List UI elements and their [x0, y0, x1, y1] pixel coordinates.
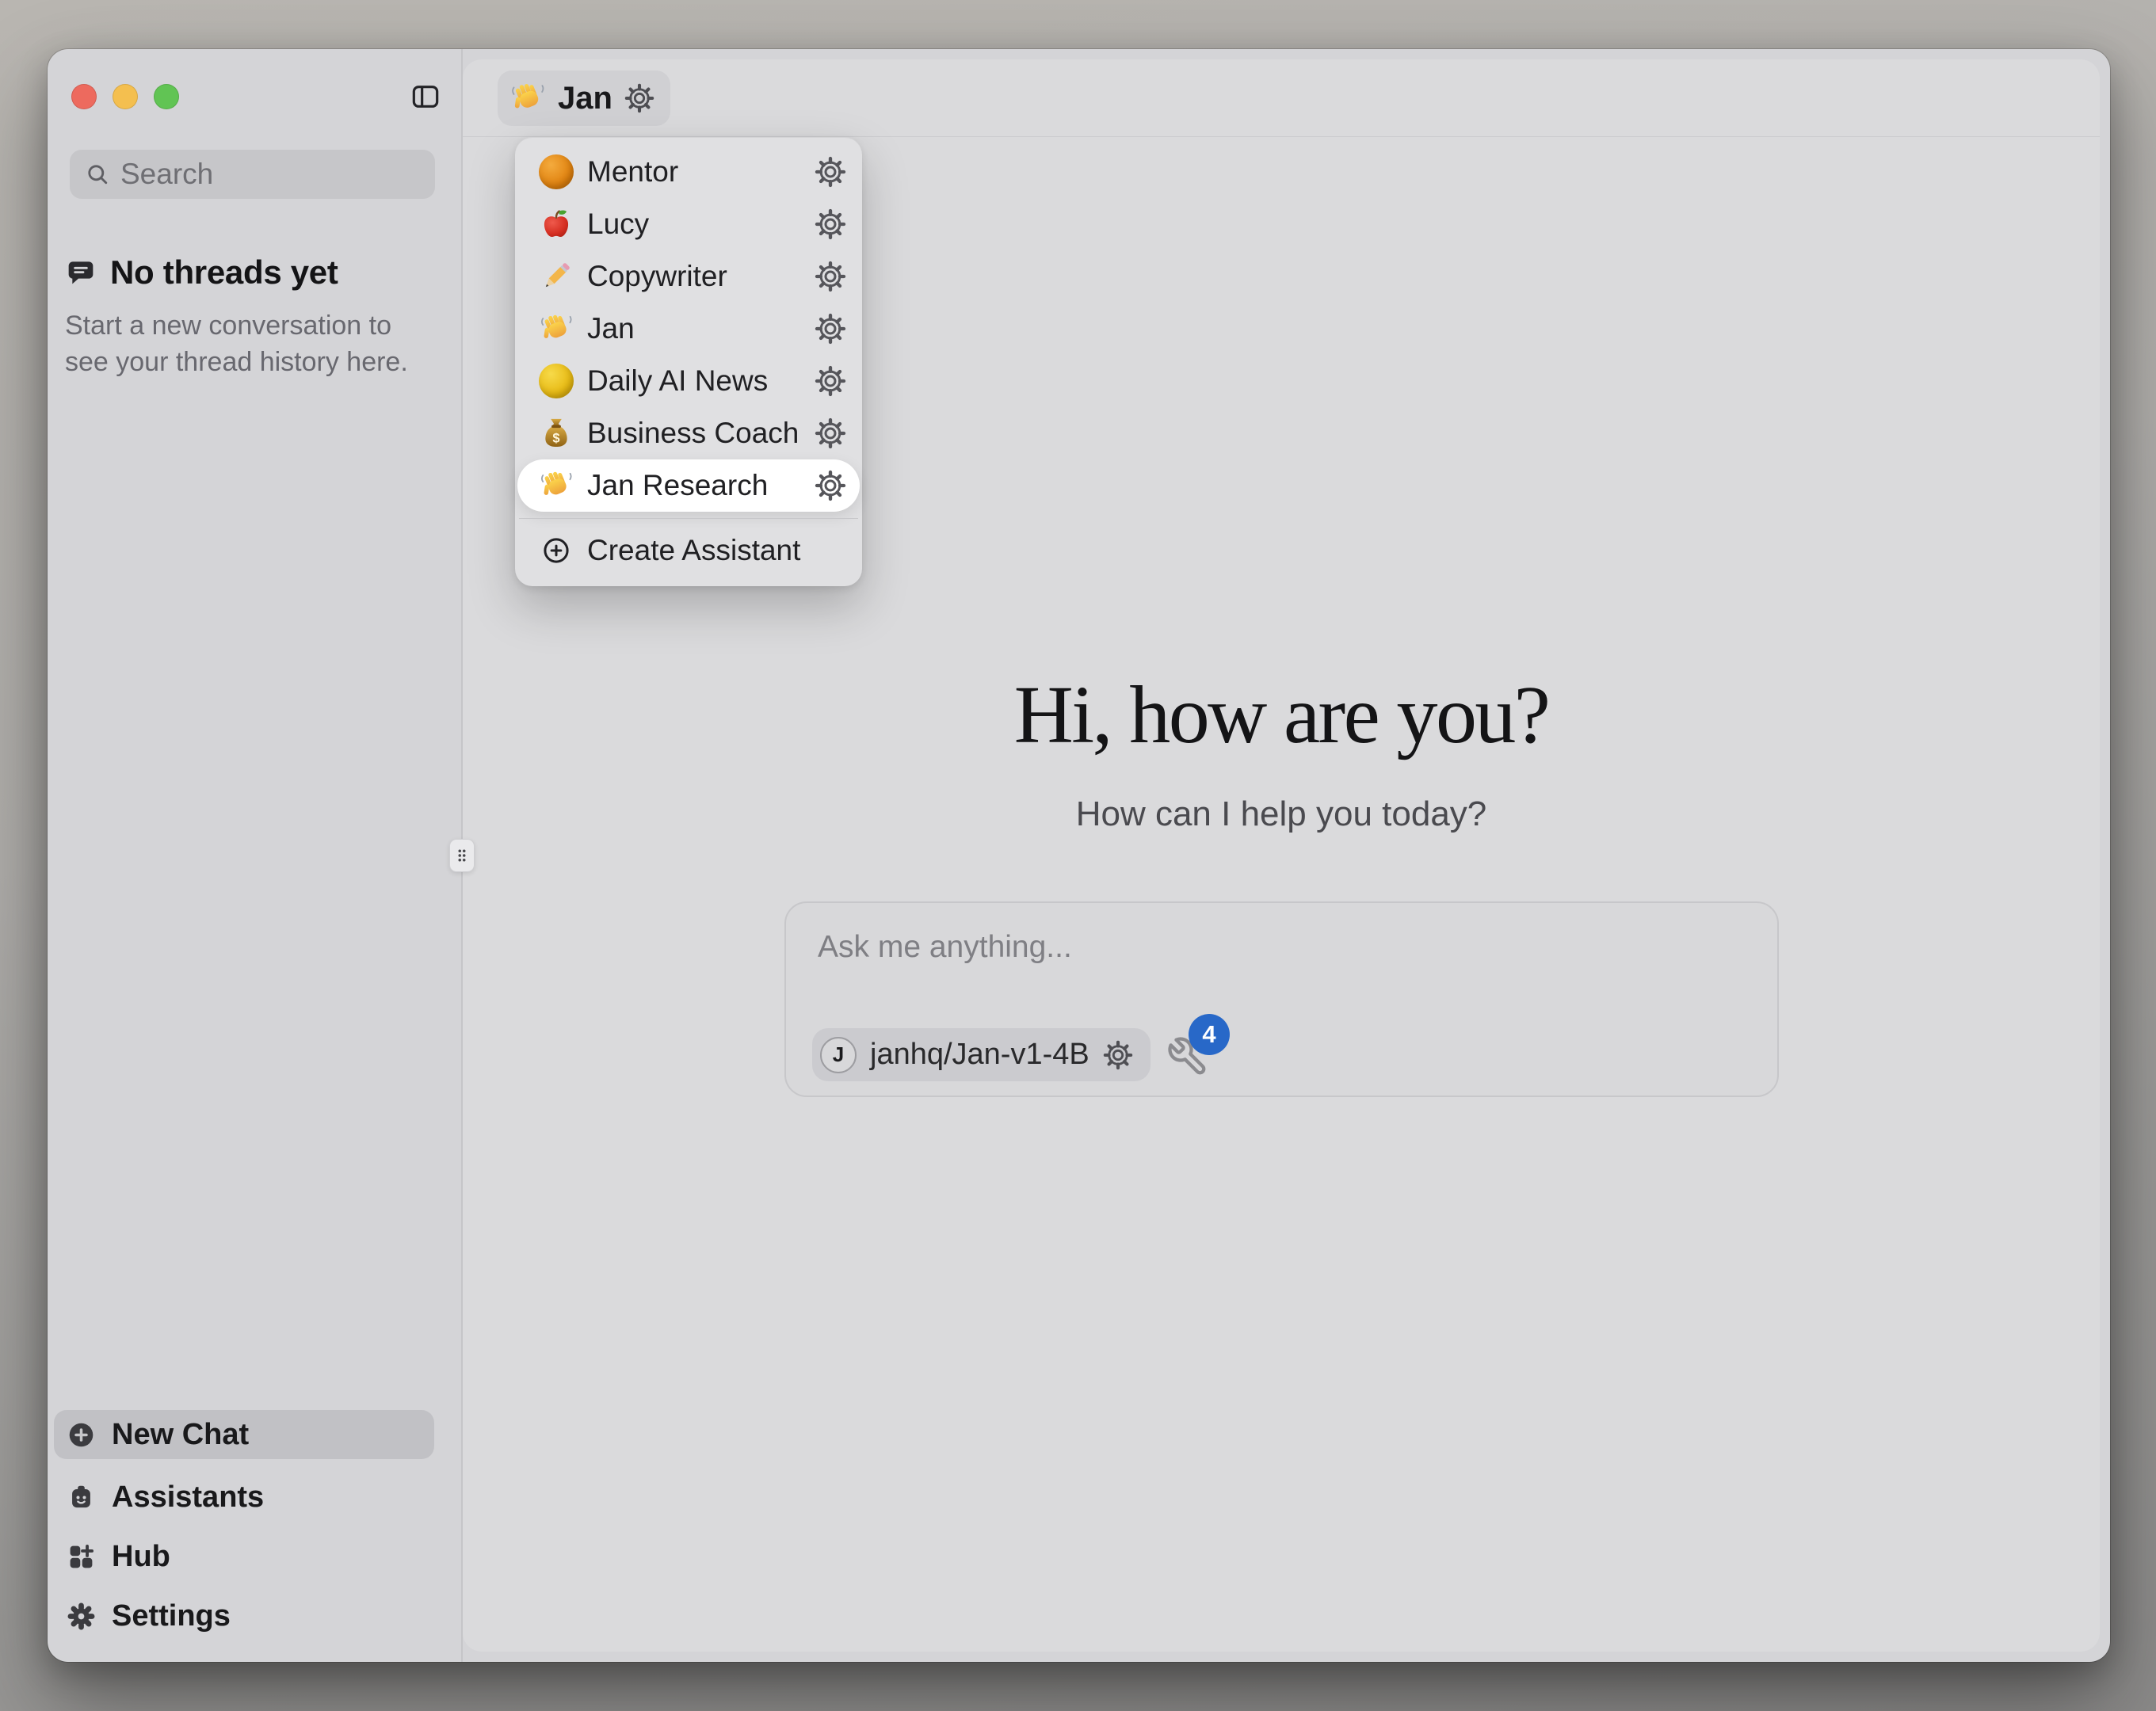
assistant-menu: Mentor Lucy Copywriter Jan Daily AI News — [515, 137, 862, 586]
gear-icon[interactable] — [815, 417, 846, 449]
assistant-menu-item-label: Business Coach — [587, 417, 799, 450]
model-name: janhq/Jan-v1-4B — [870, 1038, 1089, 1072]
assistant-name: Jan — [558, 81, 612, 116]
greeting-heading: Hi, how are you? — [463, 668, 2100, 762]
sidebar-toggle-button[interactable] — [409, 81, 442, 112]
assistant-selector-button[interactable]: Jan — [498, 70, 670, 126]
plus-circle-icon — [67, 1420, 96, 1450]
main-header: Jan — [463, 59, 2100, 137]
create-assistant-button[interactable]: Create Assistant — [517, 525, 860, 576]
waving-hand-emoji-icon — [539, 468, 574, 503]
main-panel: Jan Mentor Lucy Copywriter — [463, 59, 2100, 1652]
sidebar-item-settings[interactable]: Settings — [54, 1591, 434, 1641]
assistant-menu-item-label: Mentor — [587, 155, 678, 189]
assistant-menu-item-label: Copywriter — [587, 260, 727, 293]
search-input[interactable] — [70, 150, 435, 199]
menu-separator — [519, 518, 858, 519]
grip-dots-icon — [456, 847, 468, 864]
sidebar-resize-handle[interactable] — [449, 839, 475, 872]
gear-icon[interactable] — [815, 313, 846, 345]
assistant-menu-item-daily-ai-news[interactable]: Daily AI News — [517, 355, 860, 407]
grid-plus-icon — [67, 1542, 96, 1572]
red-apple-emoji-icon — [539, 207, 574, 242]
pencil-emoji-icon — [539, 259, 574, 294]
sidebar-item-new-chat[interactable]: New Chat — [54, 1410, 434, 1459]
assistant-menu-item-label: Jan Research — [587, 469, 768, 502]
composer-card: J janhq/Jan-v1-4B 4 — [784, 901, 1779, 1097]
model-selector-button[interactable]: J janhq/Jan-v1-4B — [812, 1028, 1151, 1081]
create-assistant-label: Create Assistant — [587, 534, 800, 567]
sidebar: No threads yet Start a new conversation … — [48, 49, 461, 1662]
search-field — [70, 150, 435, 199]
assistant-menu-item-business-coach[interactable]: Business Coach — [517, 407, 860, 459]
plus-circle-outline-icon — [541, 535, 571, 566]
tools-button[interactable]: 4 — [1166, 1035, 1209, 1078]
waving-hand-emoji-icon — [509, 80, 546, 116]
tools-count-badge: 4 — [1189, 1014, 1230, 1055]
assistant-settings-gear-icon[interactable] — [624, 83, 654, 113]
app-window: No threads yet Start a new conversation … — [48, 49, 2110, 1662]
assistant-menu-item-jan-research[interactable]: Jan Research — [517, 459, 860, 512]
waving-hand-emoji-icon — [539, 311, 574, 346]
sidebar-toggle-icon — [409, 81, 442, 112]
sidebar-item-label: Hub — [112, 1540, 170, 1574]
assistant-menu-item-lucy[interactable]: Lucy — [517, 198, 860, 250]
zoom-button[interactable] — [154, 84, 179, 109]
model-avatar: J — [820, 1037, 857, 1073]
close-button[interactable] — [71, 84, 97, 109]
assistant-menu-item-label: Lucy — [587, 208, 649, 241]
assistant-menu-item-label: Daily AI News — [587, 364, 768, 398]
orange-circle-emoji-icon — [539, 154, 574, 189]
assistant-menu-item-copywriter[interactable]: Copywriter — [517, 250, 860, 303]
sidebar-item-label: Assistants — [112, 1480, 264, 1515]
yellow-circle-emoji-icon — [539, 364, 574, 398]
robot-clipboard-icon — [67, 1483, 96, 1512]
gear-icon[interactable] — [815, 365, 846, 397]
greeting-subtitle: How can I help you today? — [463, 795, 2100, 834]
gear-icon[interactable] — [815, 470, 846, 501]
chat-bubble-icon — [65, 257, 97, 288]
money-bag-emoji-icon — [539, 416, 574, 451]
threads-empty-state: No threads yet Start a new conversation … — [65, 253, 426, 380]
gear-icon[interactable] — [815, 208, 846, 240]
sidebar-item-label: Settings — [112, 1599, 231, 1633]
model-settings-gear-icon[interactable] — [1103, 1040, 1133, 1070]
assistant-menu-item-label: Jan — [587, 312, 635, 345]
sidebar-item-label: New Chat — [112, 1418, 249, 1452]
sidebar-item-hub[interactable]: Hub — [54, 1532, 434, 1581]
empty-state-title: No threads yet — [110, 253, 338, 292]
assistant-menu-item-mentor[interactable]: Mentor — [517, 146, 860, 198]
sidebar-item-assistants[interactable]: Assistants — [54, 1473, 434, 1522]
gear-icon[interactable] — [815, 261, 846, 292]
gear-icon — [67, 1602, 96, 1631]
gear-icon[interactable] — [815, 156, 846, 188]
minimize-button[interactable] — [113, 84, 138, 109]
assistant-menu-item-jan[interactable]: Jan — [517, 303, 860, 355]
empty-state-description: Start a new conversation to see your thr… — [65, 307, 420, 380]
